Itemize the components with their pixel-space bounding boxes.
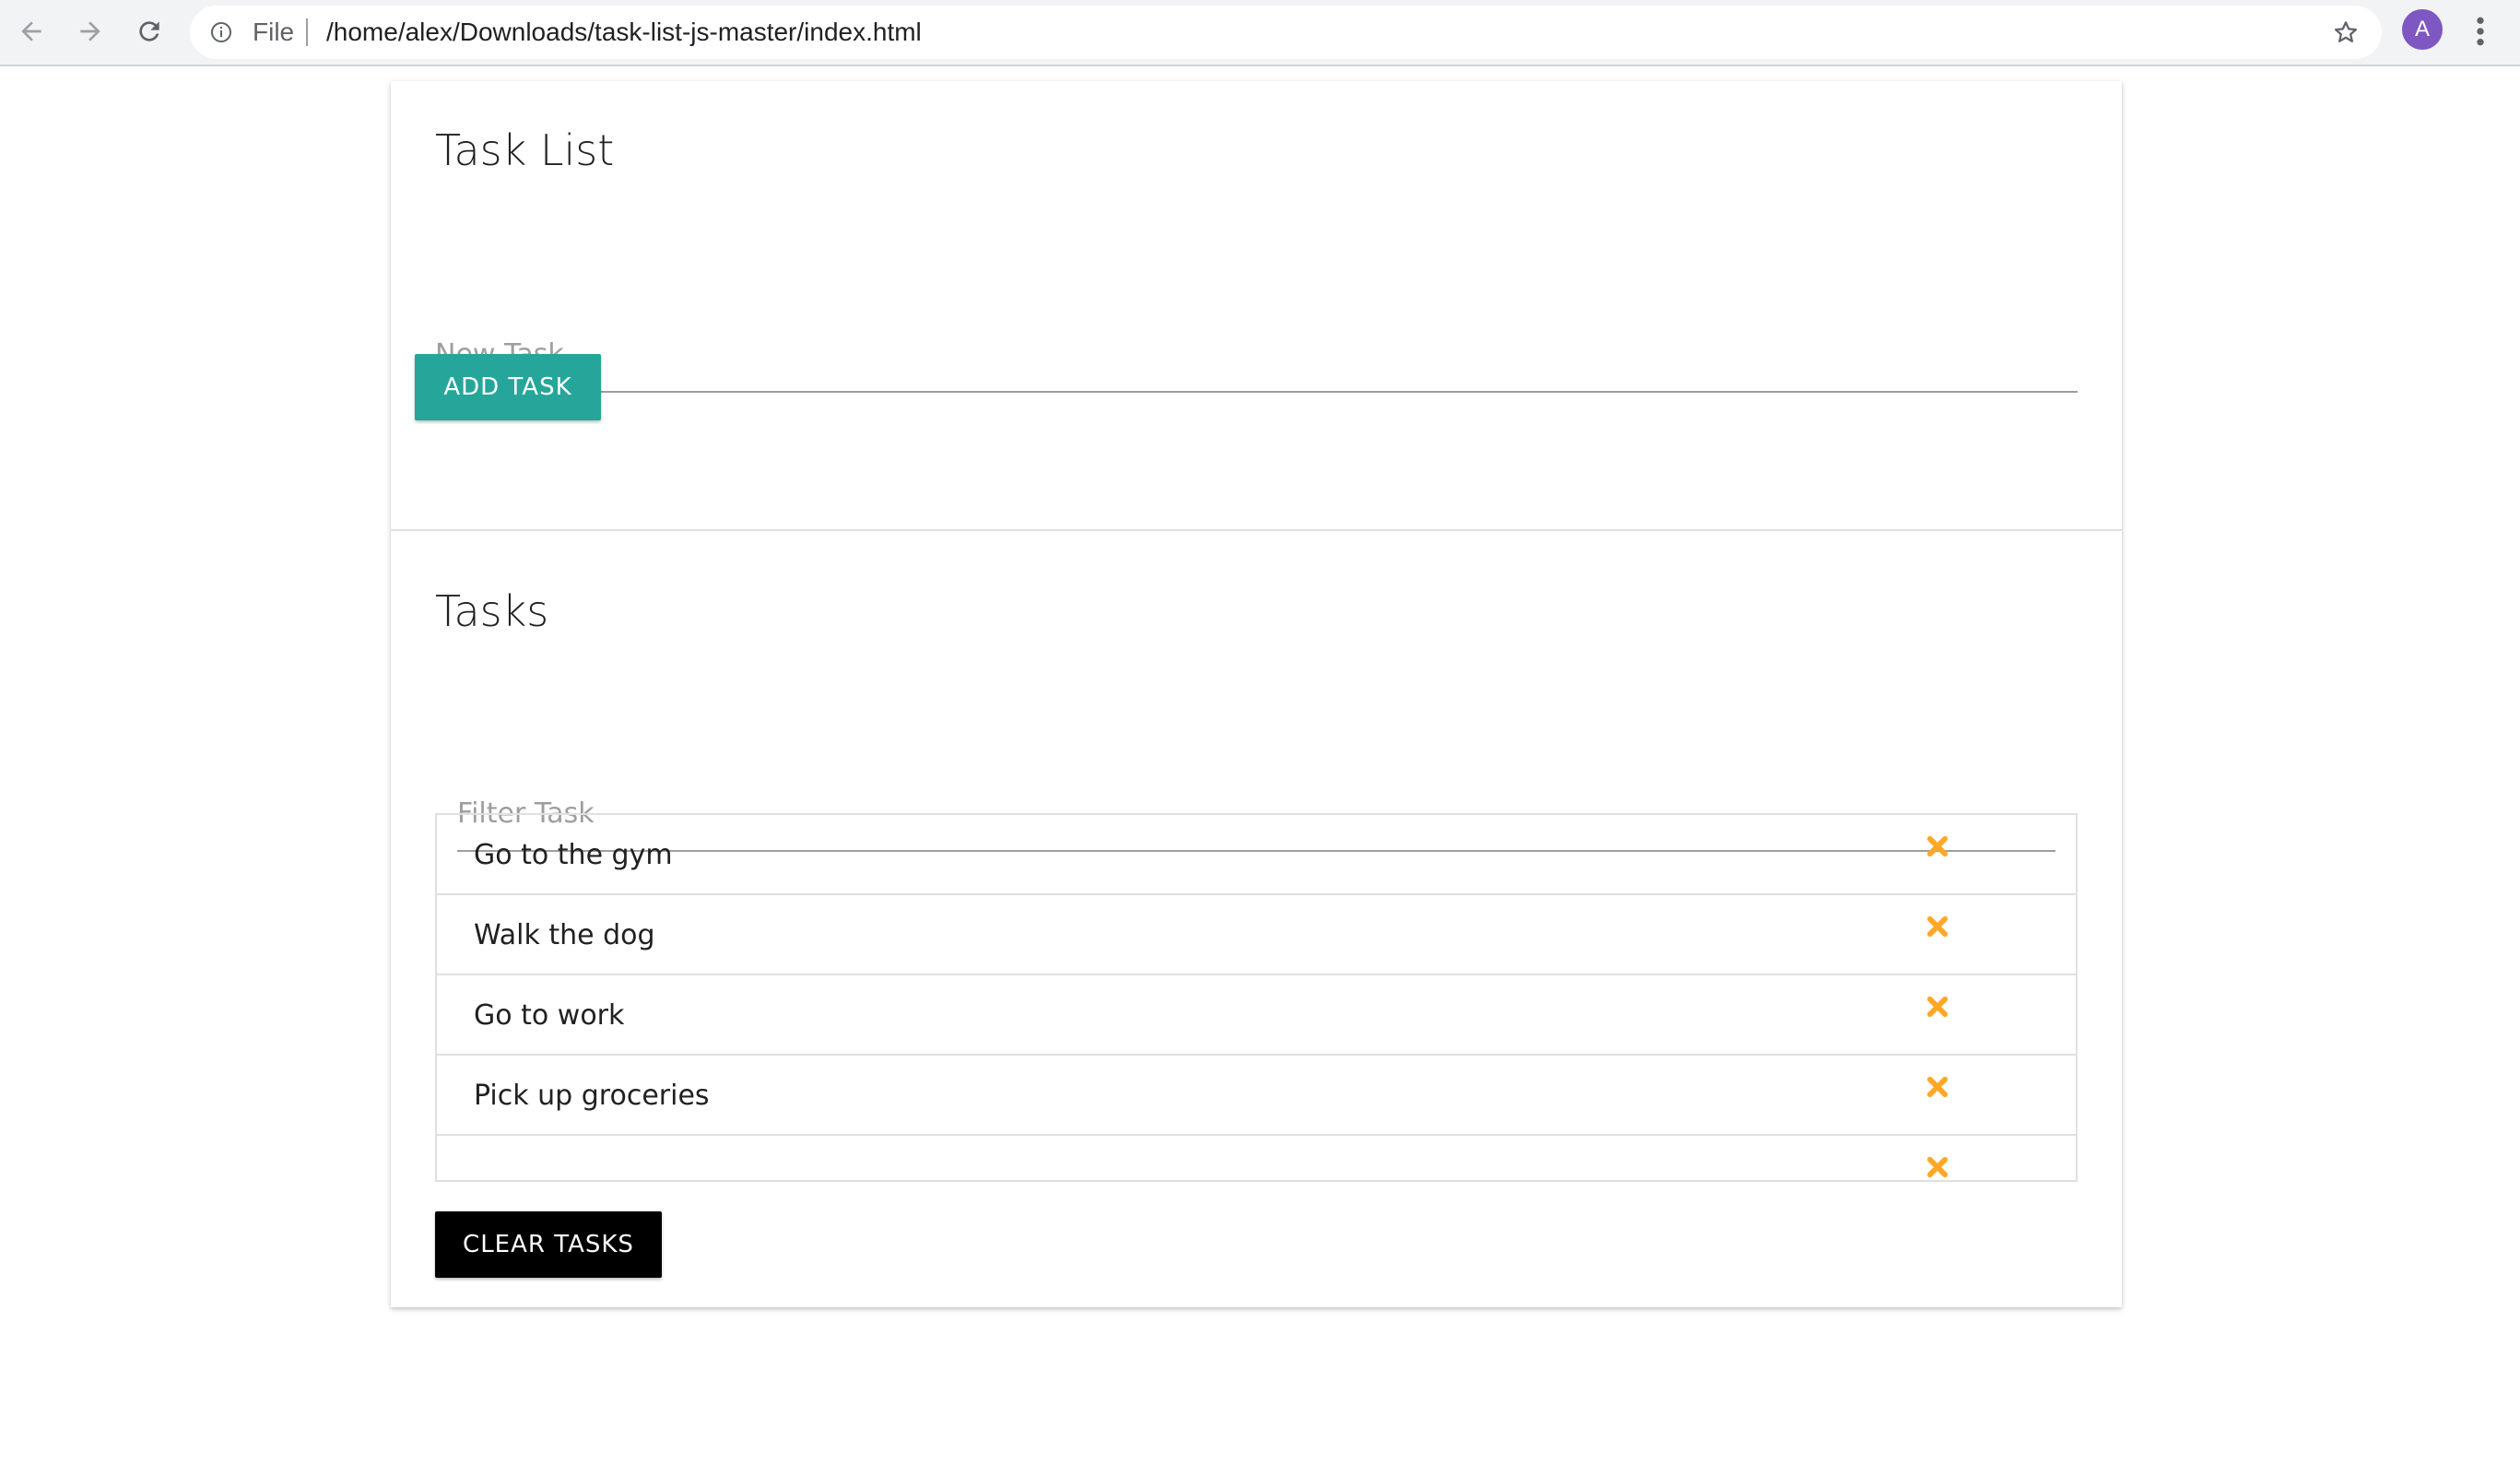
browser-toolbar: File /home/alex/Downloads/task-list-js-m… (0, 0, 2520, 66)
forward-button[interactable] (68, 9, 112, 53)
delete-x-icon[interactable] (1925, 994, 1950, 1020)
clear-tasks-button[interactable]: CLEAR TASKS (435, 1211, 662, 1278)
new-task-input[interactable] (435, 317, 2078, 393)
info-icon[interactable] (210, 21, 232, 43)
list-item: Walk the dog (437, 895, 2076, 975)
reload-icon (139, 21, 159, 41)
back-button[interactable] (9, 9, 53, 53)
tasks-heading: Tasks (435, 586, 549, 636)
url-text[interactable]: /home/alex/Downloads/task-list-js-master… (326, 18, 922, 47)
task-text: Go to the gym (474, 839, 673, 871)
delete-x-icon[interactable] (1925, 833, 1950, 859)
delete-x-icon[interactable] (1925, 1074, 1950, 1100)
page-title: Task List (435, 125, 615, 175)
list-item: Go to the gym (437, 815, 2076, 895)
reload-button[interactable] (127, 9, 171, 53)
list-item: Go to work (437, 975, 2076, 1056)
delete-x-icon[interactable] (1925, 1154, 1950, 1180)
task-text: Walk the dog (474, 919, 655, 951)
task-card: Task List ADD TASK Tasks Go to the gym W… (391, 81, 2122, 1307)
task-list: Go to the gym Walk the dog Go to work Pi… (435, 813, 2078, 1182)
section-divider (391, 529, 2122, 531)
url-separator (306, 18, 308, 46)
task-text: Go to work (474, 999, 625, 1032)
task-text: Pick up groceries (474, 1080, 710, 1112)
star-icon[interactable] (2332, 18, 2360, 46)
list-item: Pick up groceries (437, 1056, 2076, 1136)
arrow-right-icon (80, 21, 100, 41)
kebab-menu-icon[interactable] (2467, 13, 2494, 50)
list-item (437, 1136, 2076, 1180)
address-bar[interactable]: File /home/alex/Downloads/task-list-js-m… (190, 6, 2382, 59)
arrow-left-icon (21, 21, 41, 41)
add-task-button[interactable]: ADD TASK (415, 354, 601, 420)
url-scheme-label: File (253, 18, 295, 46)
profile-avatar[interactable]: A (2402, 9, 2443, 50)
delete-x-icon[interactable] (1925, 914, 1950, 939)
